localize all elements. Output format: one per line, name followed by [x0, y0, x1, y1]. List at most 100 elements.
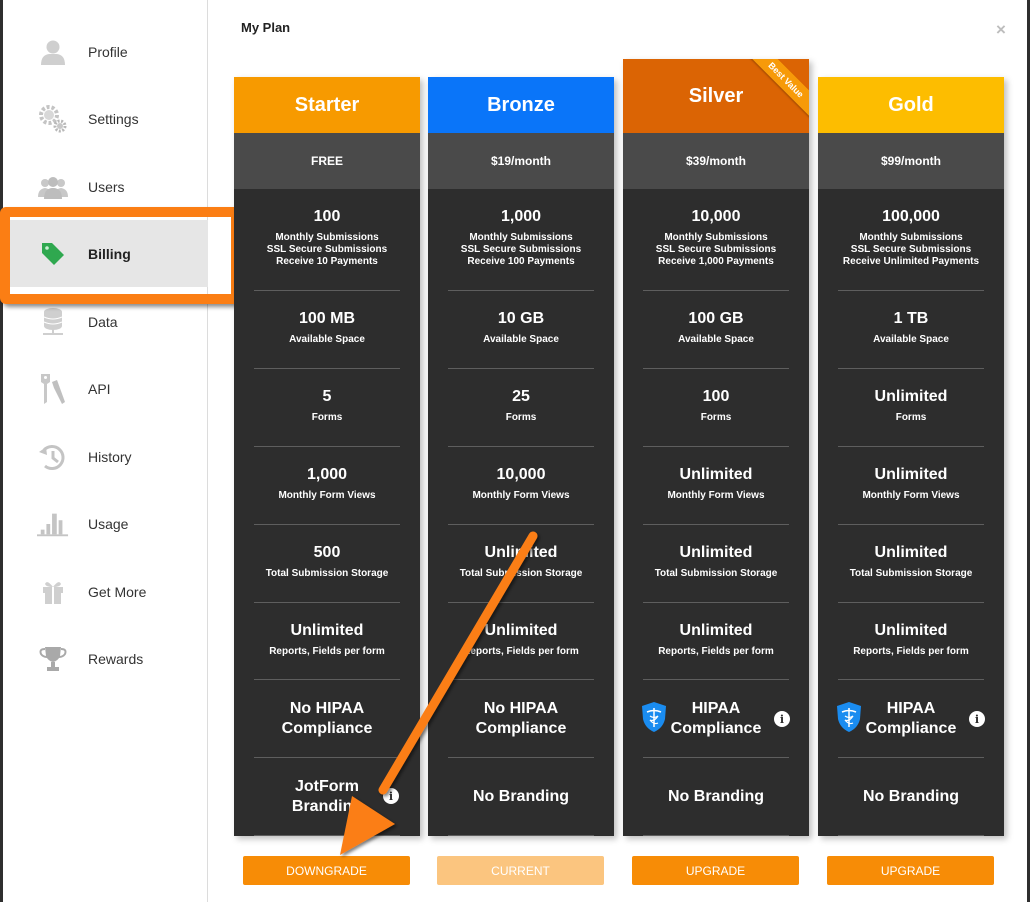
feature-branding: No Branding	[818, 758, 1004, 836]
upgrade-gold-button[interactable]: UPGRADE	[827, 856, 994, 885]
feature-value: JotForm	[295, 778, 359, 795]
feature-hipaa: No HIPAA Compliance	[428, 680, 614, 758]
users-icon	[37, 171, 69, 203]
feature-label: Available Space	[873, 334, 949, 345]
close-icon[interactable]: ×	[996, 20, 1006, 40]
sidebar-item-settings[interactable]: Settings	[3, 85, 208, 152]
feature-submissions: 100 Monthly Submissions SSL Secure Submi…	[234, 189, 420, 291]
plan-name: Silver	[688, 84, 744, 107]
sidebar-item-label: Billing	[88, 245, 131, 262]
feature-value: 500	[313, 544, 341, 561]
feature-submissions: 100,000 Monthly Submissions SSL Secure S…	[818, 189, 1004, 291]
sidebar-item-users[interactable]: Users	[3, 153, 208, 220]
sidebar-item-get-more[interactable]: Get More	[3, 558, 208, 625]
feature-label: Reports, Fields per form	[463, 646, 579, 657]
feature-label: Forms	[895, 412, 927, 423]
feature-storage: Unlimited Total Submission Storage	[818, 525, 1004, 603]
feature-label: Forms	[700, 412, 732, 423]
feature-value: 10,000	[691, 208, 741, 225]
sidebar-item-label: Profile	[88, 43, 128, 60]
feature-label: Monthly Submissions	[469, 232, 573, 243]
sidebar-item-rewards[interactable]: Rewards	[3, 625, 208, 692]
feature-value: 100	[702, 388, 730, 405]
plan-price: $19/month	[428, 133, 614, 189]
feature-reports: Unlimited Reports, Fields per form	[428, 603, 614, 680]
feature-label: Receive 100 Payments	[467, 256, 575, 267]
sidebar-item-label: Users	[88, 178, 125, 195]
feature-label: Monthly Form Views	[472, 490, 570, 501]
feature-reports: Unlimited Reports, Fields per form	[818, 603, 1004, 680]
feature-label: Monthly Form Views	[862, 490, 960, 501]
plan-name: Starter	[234, 77, 420, 133]
feature-views: Unlimited Monthly Form Views	[623, 447, 809, 525]
feature-label: SSL Secure Submissions	[266, 244, 388, 255]
feature-value: 1 TB	[893, 310, 929, 327]
feature-reports: Unlimited Reports, Fields per form	[234, 603, 420, 680]
info-icon[interactable]: i	[774, 711, 790, 727]
feature-forms: 100 Forms	[623, 369, 809, 447]
feature-value: 10,000	[496, 466, 546, 483]
gift-icon	[37, 576, 69, 608]
feature-storage: Unlimited Total Submission Storage	[428, 525, 614, 603]
feature-value: Unlimited	[679, 466, 753, 483]
feature-value: No HIPAA	[483, 700, 559, 717]
feature-views: 1,000 Monthly Form Views	[234, 447, 420, 525]
info-icon[interactable]: i	[969, 711, 985, 727]
sidebar-item-history[interactable]: History	[3, 423, 208, 490]
feature-label: SSL Secure Submissions	[460, 244, 582, 255]
feature-label: Monthly Form Views	[667, 490, 765, 501]
feature-label: SSL Secure Submissions	[850, 244, 972, 255]
sidebar-item-label: Usage	[88, 515, 129, 532]
feature-label: Total Submission Storage	[849, 568, 973, 579]
current-plan-button: CURRENT	[437, 856, 604, 885]
history-icon	[37, 441, 69, 473]
feature-value: Branding	[291, 798, 363, 815]
feature-space: 100 MB Available Space	[234, 291, 420, 369]
plan-price: FREE	[234, 133, 420, 189]
sidebar-item-profile[interactable]: Profile	[3, 18, 208, 85]
feature-label: Receive Unlimited Payments	[842, 256, 980, 267]
feature-label: Available Space	[289, 334, 365, 345]
sidebar-item-usage[interactable]: Usage	[3, 490, 208, 557]
keys-icon	[37, 373, 69, 405]
sidebar-item-label: API	[88, 380, 111, 397]
sidebar-item-label: Rewards	[88, 650, 144, 667]
plan-card-silver: Silver Best Value $39/month 10,000 Month…	[623, 59, 809, 836]
feature-value: 100,000	[882, 208, 940, 225]
feature-views: 10,000 Monthly Form Views	[428, 447, 614, 525]
feature-space: 10 GB Available Space	[428, 291, 614, 369]
feature-branding: No Branding	[623, 758, 809, 836]
plan-header: Silver Best Value	[623, 59, 809, 133]
tag-icon	[37, 238, 69, 270]
feature-value: Unlimited	[874, 466, 948, 483]
feature-forms: Unlimited Forms	[818, 369, 1004, 447]
gear-icon	[37, 103, 69, 135]
feature-value: Compliance	[281, 720, 373, 737]
feature-value: 10 GB	[497, 310, 545, 327]
best-value-ribbon: Best Value	[747, 59, 809, 119]
downgrade-button[interactable]: DOWNGRADE	[243, 856, 410, 885]
feature-value: 100 GB	[688, 310, 744, 327]
feature-label: Receive 10 Payments	[276, 256, 378, 267]
feature-label: Total Submission Storage	[265, 568, 389, 579]
feature-value: No Branding	[668, 788, 764, 805]
feature-value: Unlimited	[484, 544, 558, 561]
hipaa-shield-icon	[836, 701, 862, 733]
feature-hipaa: HIPAA Compliance i	[818, 680, 1004, 758]
feature-label: Total Submission Storage	[459, 568, 583, 579]
feature-value: 1,000	[306, 466, 348, 483]
upgrade-silver-button[interactable]: UPGRADE	[632, 856, 799, 885]
feature-value: Unlimited	[874, 388, 948, 405]
feature-value: Unlimited	[484, 622, 558, 639]
feature-value: 5	[322, 388, 332, 405]
feature-label: Receive 1,000 Payments	[658, 256, 774, 267]
sidebar-item-api[interactable]: API	[3, 355, 208, 422]
sidebar-item-billing[interactable]: Billing	[3, 220, 208, 287]
feature-value: No Branding	[863, 788, 959, 805]
info-icon[interactable]: i	[383, 788, 399, 804]
sidebar-item-data[interactable]: Data	[3, 288, 208, 355]
plan-name: Gold	[818, 77, 1004, 133]
feature-label: Available Space	[483, 334, 559, 345]
feature-storage: 500 Total Submission Storage	[234, 525, 420, 603]
user-icon	[37, 36, 69, 68]
